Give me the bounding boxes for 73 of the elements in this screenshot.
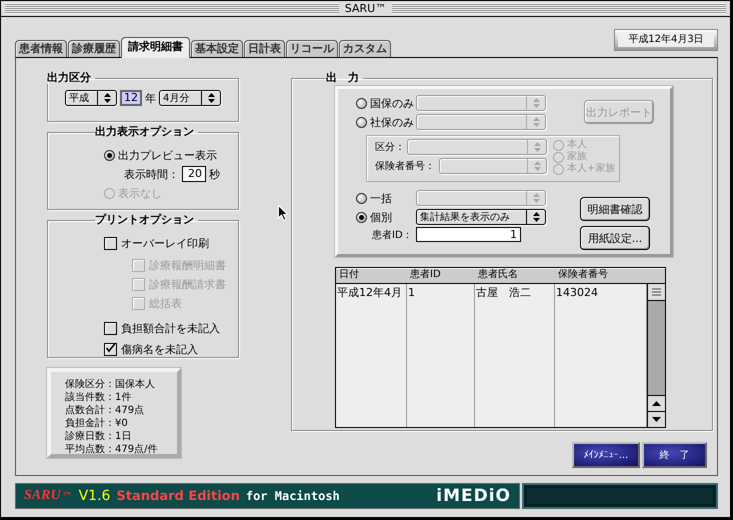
table-cell-text: 古屋 浩二 [475, 285, 532, 301]
table-cell-text: 平成12年4月 [336, 285, 403, 301]
platform: for Macintosh [246, 489, 340, 503]
patient-id-label: 患者ID： [372, 228, 414, 242]
dropdown[interactable]: 4月分 [159, 90, 221, 106]
tab[interactable]: 診療履歴 [68, 40, 120, 57]
time-label: 表示時間： [124, 166, 179, 182]
check-icon [105, 342, 116, 354]
group-title: 出力表示オプション [95, 125, 194, 138]
tab[interactable]: 基本設定 [191, 40, 243, 57]
time-field[interactable]: 20 [182, 166, 206, 182]
summary-line: 負担金計：¥0 [65, 417, 129, 430]
up-down-arrows-icon [532, 98, 540, 108]
scroll-up-button[interactable] [648, 395, 665, 411]
summary-line: 診療日数：1日 [65, 430, 132, 443]
action-button[interactable]: 用紙設定... [580, 226, 650, 250]
up-down-arrows-icon [534, 161, 540, 171]
summary-line: 保険区分：国保本人 [65, 378, 156, 391]
column-header[interactable]: 日付 [336, 268, 407, 283]
logo: iMEDiO [436, 486, 511, 506]
summary-line: 点数合計：479点 [65, 404, 146, 417]
version: V1.6 [78, 488, 110, 504]
column-header[interactable]: 保険者番号 [555, 268, 647, 283]
filter-label: 区分： [375, 141, 405, 154]
scrollbar[interactable] [647, 284, 665, 427]
table-cell-text: 143024 [555, 285, 599, 301]
up-arrow-icon [652, 401, 661, 406]
checkbox[interactable]: オーバーレイ印刷 [104, 236, 209, 251]
window-title: SARU™ [338, 3, 392, 14]
tab[interactable]: 日計表 [244, 40, 285, 57]
radio-button[interactable]: 社保のみ [356, 114, 416, 130]
tab[interactable]: カスタム [339, 40, 391, 57]
up-down-arrows-icon [534, 142, 540, 152]
year-field[interactable]: 12 [120, 90, 142, 106]
cursor-icon [278, 205, 288, 221]
brand-name: SARU [24, 488, 61, 504]
radio-button[interactable]: 国保のみ [356, 96, 416, 110]
time-unit: 秒 [209, 166, 220, 182]
group-title: プリントオプション [95, 213, 194, 226]
date-display: 平成12年4月3日 [614, 29, 718, 51]
dropdown[interactable]: 平成 [65, 90, 117, 106]
quit-button[interactable]: 終 了 [642, 442, 707, 468]
year-unit: 年 [145, 90, 156, 106]
checkbox[interactable]: 負担額合計を未記入 [104, 321, 220, 336]
edition: Standard Edition [116, 488, 240, 504]
action-button[interactable]: 明細書確認 [580, 197, 650, 221]
up-down-arrows-icon [532, 117, 540, 127]
trademark: ™ [62, 490, 73, 502]
column-header[interactable]: 患者ID [407, 268, 475, 283]
dropdown[interactable]: 集計結果を表示のみ [416, 209, 546, 225]
up-down-arrows-icon [532, 212, 540, 222]
tab[interactable]: 請求明細書 [121, 37, 190, 58]
main-menu-button[interactable]: ﾒｲﾝﾒﾆｭｰ... [572, 442, 640, 468]
scroll-thumb[interactable] [648, 284, 665, 301]
radio-button[interactable]: 一括 [356, 190, 416, 206]
radio-button[interactable]: 個別 [356, 210, 416, 224]
group-title: 出 力 [326, 71, 359, 84]
column-header[interactable]: 患者氏名 [475, 268, 555, 283]
up-down-arrows-icon [208, 93, 214, 103]
summary-line: 平均点数：479点/件 [65, 443, 158, 456]
down-arrow-icon [652, 417, 661, 422]
group-title: 出力区分 [47, 71, 91, 84]
checkbox[interactable]: 傷病名を未記入 [104, 342, 198, 357]
radio-button[interactable]: 出力プレビュー表示 [104, 148, 217, 163]
summary-line: 該当件数：1件 [65, 391, 132, 404]
tab[interactable]: 患者情報 [15, 40, 67, 57]
table-cell-text: 1 [407, 285, 416, 301]
filter-label: 保険者番号： [375, 160, 435, 173]
patient-id-field[interactable]: 1 [416, 227, 521, 242]
scroll-down-button[interactable] [648, 411, 665, 427]
up-down-arrows-icon [104, 93, 110, 103]
up-down-arrows-icon [532, 193, 540, 203]
tab[interactable]: リコール [286, 40, 338, 57]
